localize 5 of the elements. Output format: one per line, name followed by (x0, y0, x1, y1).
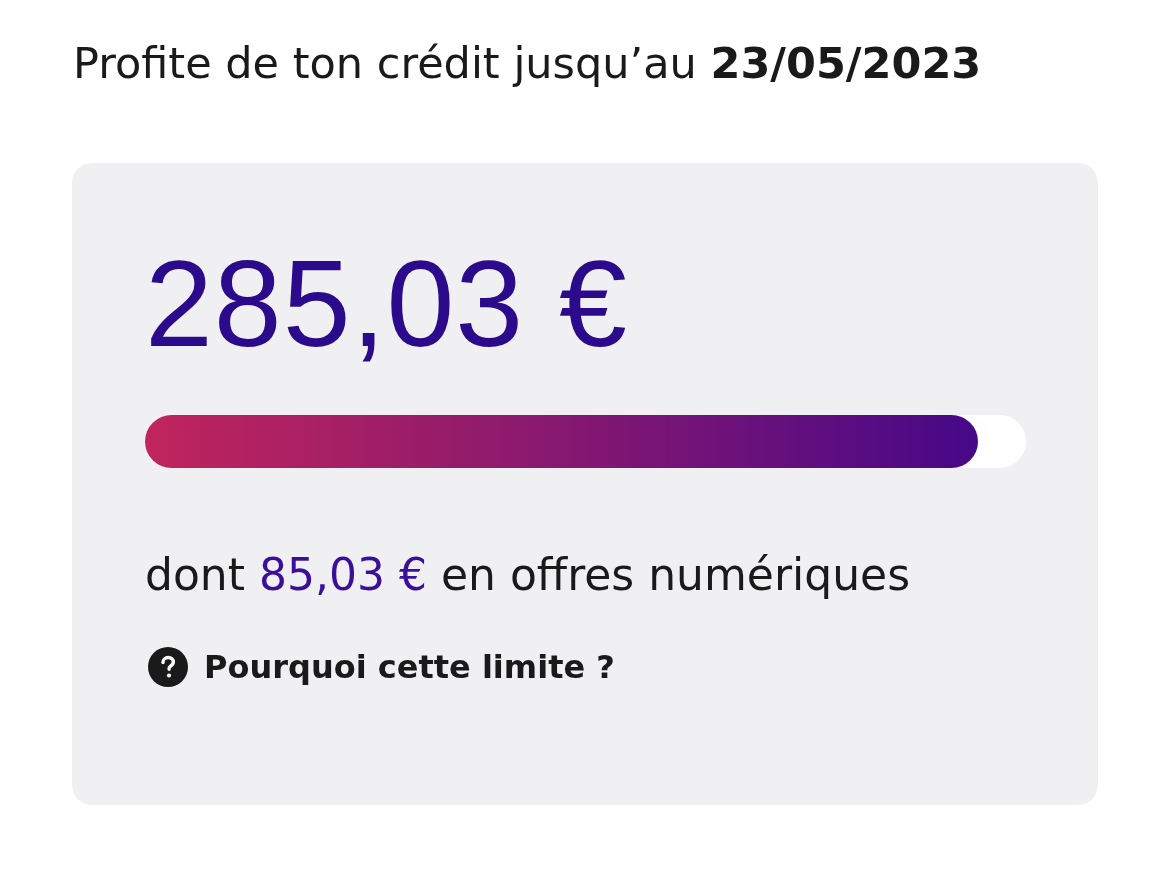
credit-amount: 285,03 € (145, 243, 628, 365)
help-question-icon (148, 647, 188, 687)
digital-offers-text: dont 85,03 € en offres numériques (145, 548, 911, 602)
limit-help-link[interactable]: Pourquoi cette limite ? (148, 646, 615, 688)
credit-deadline-heading: Profite de ton crédit jusqu’au 23/05/2023 (73, 37, 982, 90)
